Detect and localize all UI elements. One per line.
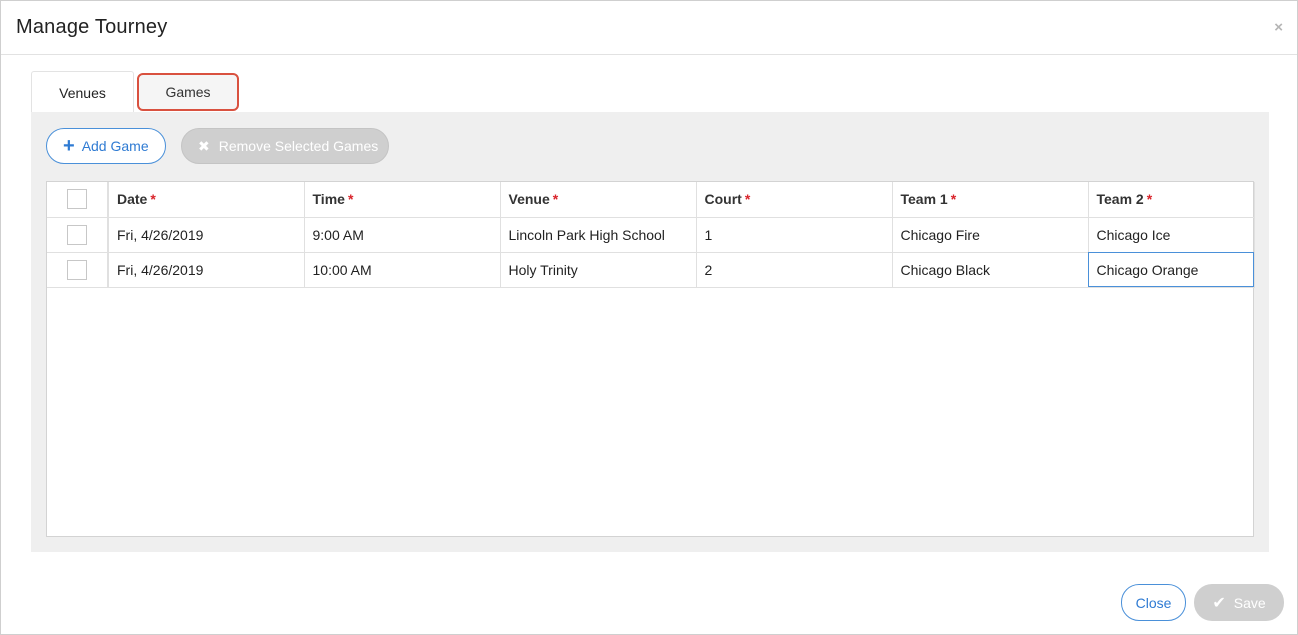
column-label: Time	[312, 191, 345, 208]
save-label: Save	[1233, 594, 1266, 611]
cell-court[interactable]: 1	[696, 217, 893, 253]
cell-team2[interactable]: Chicago Ice	[1088, 217, 1255, 253]
row-select-cell	[47, 217, 109, 253]
required-marker: *	[552, 191, 559, 208]
x-icon: ✖	[198, 137, 210, 154]
column-header-venue[interactable]: Venue *	[500, 182, 697, 218]
table-header-row: Date * Time * Venue * Court * Team 1 * Team 2…	[47, 182, 1255, 218]
required-marker: *	[950, 191, 957, 208]
remove-selected-games-button[interactable]: ✖ Remove Selected Games	[181, 128, 389, 164]
cell-venue[interactable]: Holy Trinity	[500, 252, 697, 288]
tab-venues[interactable]: Venues	[31, 71, 134, 113]
tab-games[interactable]: Games	[137, 73, 239, 111]
cell-venue[interactable]: Lincoln Park High School	[500, 217, 697, 253]
cell-team2-selected[interactable]: Chicago Orange	[1088, 252, 1255, 288]
save-button[interactable]: ✔ Save	[1194, 584, 1284, 621]
cell-team1[interactable]: Chicago Fire	[892, 217, 1089, 253]
column-label: Team 2	[1096, 191, 1144, 208]
row-select-cell	[47, 252, 109, 288]
add-game-button[interactable]: + Add Game	[46, 128, 166, 164]
select-all-checkbox[interactable]	[67, 189, 87, 210]
games-table: Date * Time * Venue * Court * Team 1 * Team 2…	[47, 182, 1255, 288]
row-checkbox[interactable]	[67, 224, 87, 245]
modal-header: Manage Tourney ×	[1, 1, 1297, 55]
required-marker: *	[347, 191, 354, 208]
cell-date[interactable]: Fri, 4/26/2019	[108, 217, 305, 253]
cell-time[interactable]: 9:00 AM	[304, 217, 501, 253]
games-grid: Date * Time * Venue * Court * Team 1 * Team 2…	[46, 181, 1255, 537]
column-label: Court	[704, 191, 742, 208]
table-row[interactable]: Fri, 4/26/2019 9:00 AM Lincoln Park High…	[47, 217, 1255, 253]
column-header-team1[interactable]: Team 1 *	[892, 182, 1089, 218]
column-header-time[interactable]: Time *	[304, 182, 501, 218]
row-checkbox[interactable]	[67, 259, 87, 280]
remove-selected-games-label: Remove Selected Games	[218, 138, 379, 154]
cell-court[interactable]: 2	[696, 252, 893, 288]
required-marker: *	[1146, 191, 1153, 208]
modal-title: Manage Tourney	[16, 16, 168, 38]
cell-date[interactable]: Fri, 4/26/2019	[108, 252, 305, 288]
manage-tourney-modal: Manage Tourney × Venues Games + Add Game…	[0, 0, 1298, 635]
column-label: Venue	[508, 191, 550, 208]
column-label: Team 1	[900, 191, 948, 208]
check-icon: ✔	[1212, 594, 1226, 612]
games-panel: + Add Game ✖ Remove Selected Games Date *…	[31, 112, 1269, 552]
table-row[interactable]: Fri, 4/26/2019 10:00 AM Holy Trinity 2 C…	[47, 252, 1255, 288]
column-header-team2[interactable]: Team 2 *	[1088, 182, 1255, 218]
column-label: Date	[117, 191, 148, 208]
plus-icon: +	[63, 135, 75, 157]
column-header-date[interactable]: Date *	[108, 182, 305, 218]
cell-team1[interactable]: Chicago Black	[892, 252, 1089, 288]
select-all-cell	[47, 182, 109, 218]
required-marker: *	[150, 191, 156, 208]
cell-time[interactable]: 10:00 AM	[304, 252, 501, 288]
close-icon[interactable]: ×	[1274, 19, 1283, 36]
column-header-court[interactable]: Court *	[696, 182, 893, 218]
close-button[interactable]: Close	[1121, 584, 1186, 621]
required-marker: *	[744, 191, 751, 208]
add-game-label: Add Game	[81, 138, 149, 154]
